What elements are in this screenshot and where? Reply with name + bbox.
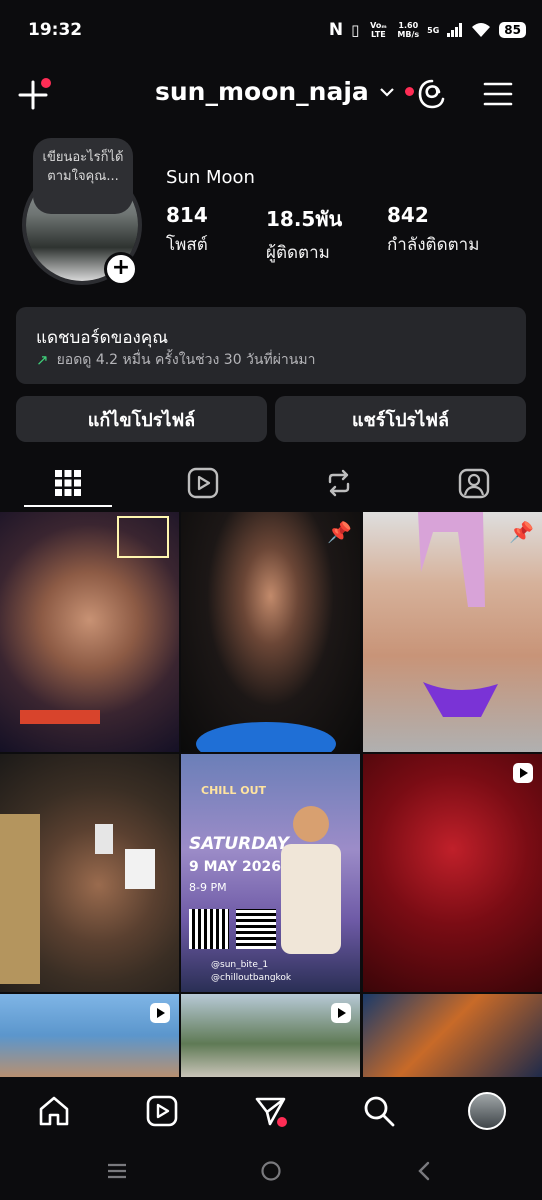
tab-grid[interactable] [0,458,135,508]
pin-icon: 📌 [327,520,352,544]
nav-reels[interactable] [142,1091,182,1131]
status-icons: N ▯ Voₘ LTE 1.60 MB/s 5G 85 [329,20,526,40]
recent-apps-button[interactable] [106,1161,128,1185]
signal-icon [447,23,463,37]
stat-posts-value: 814 [166,203,208,227]
dashboard-stats: ↗ ยอดดู 4.2 หมื่น ครั้งในช่วง 30 วันที่ผ… [36,349,315,371]
nav-home[interactable] [34,1091,74,1131]
battery-indicator: 85 [499,22,526,38]
post-tile[interactable]: CHILL OUT SATURDAY 9 MAY 2026 8-9 PM @su… [181,754,360,992]
post-tile[interactable] [181,994,360,1077]
hamburger-menu-icon [483,82,513,106]
threads-icon [418,79,445,109]
threads-button[interactable] [416,78,448,110]
speed-value: 1.60 [398,21,419,30]
share-profile-button[interactable]: แชร์โปรไฟล์ [275,396,526,442]
post-2-decoration [196,722,336,752]
notification-dot [404,87,414,96]
plus-icon [18,78,51,110]
speed-unit: MB/s [397,30,420,39]
status-time: 19:32 [28,20,83,40]
reel-icon [149,1002,171,1028]
profile-note-bubble[interactable]: เขียนอะไรก็ได้ตามใจคุณ... [33,138,133,214]
tagged-person-icon [458,468,489,499]
post-5-decoration [281,806,341,954]
speed-readout: 1.60 MB/s [397,21,419,39]
back-chevron-icon [418,1161,430,1181]
post-1-decoration [20,516,169,724]
professional-dashboard[interactable]: แดชบอร์ดของคุณ ↗ ยอดดู 4.2 หมื่น ครั้งใน… [16,307,526,384]
wifi-icon [472,23,491,37]
nav-avatar [468,1092,506,1130]
posts-grid: 📌 📌 CHILL OUT SATURDAY 9 MAY 2026 8-9 PM… [0,512,542,1077]
stat-following[interactable]: 842 กำลังติดตาม [387,203,479,258]
reels-icon [146,1095,178,1127]
reel-icon [330,1002,352,1028]
post-tile[interactable] [0,512,179,752]
create-button[interactable] [16,76,52,112]
username: sun_moon_naja [155,77,369,106]
post-tile[interactable] [363,994,542,1077]
status-bar: 19:32 N ▯ Voₘ LTE 1.60 MB/s 5G 85 [0,0,542,62]
stat-followers-label: ผู้ติดตาม [266,243,330,263]
chevron-down-icon [380,87,394,97]
stat-posts-label: โพสต์ [166,235,208,255]
vibrate-icon: ▯ [351,21,360,39]
signal-type: 5G [427,25,440,35]
bottom-navigation [0,1077,542,1145]
display-name: Sun Moon [166,167,255,188]
dashboard-subtitle: ยอดดู 4.2 หมื่น ครั้งในช่วง 30 วันที่ผ่า… [56,352,316,368]
stat-following-label: กำลังติดตาม [387,235,480,255]
back-button[interactable] [414,1160,434,1186]
recents-icon [108,1163,126,1179]
nfc-icon: N [328,20,344,40]
active-tab-indicator [24,505,112,507]
pin-icon: 📌 [509,520,534,544]
add-story-button[interactable]: + [104,252,138,286]
reels-icon [187,467,218,499]
post-tile[interactable]: 📌 [181,512,360,752]
nav-profile[interactable] [467,1091,507,1131]
search-icon [364,1096,395,1127]
network-label: Voₘ LTE [370,21,387,39]
stat-followers-value: 18.5พัน [266,207,343,231]
post-tile[interactable] [0,994,179,1077]
menu-button[interactable] [482,80,514,108]
edit-profile-button[interactable]: แก้ไขโปรไฟล์ [16,396,267,442]
grid-icon [54,470,81,496]
tab-reposts[interactable] [271,458,406,508]
post-tile[interactable]: 📌 [363,512,542,752]
stat-posts[interactable]: 814 โพสต์ [166,203,208,258]
nav-direct-messages[interactable] [251,1091,291,1131]
stat-followers[interactable]: 18.5พัน ผู้ติดตาม [266,203,342,266]
circle-home-icon [261,1161,281,1181]
post-tile[interactable] [0,754,179,992]
nav-search[interactable] [359,1091,399,1131]
repost-icon [328,469,349,497]
home-system-button[interactable] [260,1160,282,1186]
tab-reels[interactable] [135,458,270,508]
post-tile[interactable] [363,754,542,992]
send-icon [255,1097,287,1127]
account-switcher[interactable]: sun_moon_naja [155,77,414,106]
home-icon [39,1096,69,1126]
reel-icon [512,762,534,788]
post-4-decoration [0,814,155,984]
stat-following-value: 842 [387,203,429,227]
dashboard-title: แดชบอร์ดของคุณ [36,328,168,348]
post-3-decoration [418,512,498,717]
tab-tagged[interactable] [406,458,541,508]
system-navigation-bar [0,1145,542,1200]
trend-up-icon: ↗ [36,351,49,369]
